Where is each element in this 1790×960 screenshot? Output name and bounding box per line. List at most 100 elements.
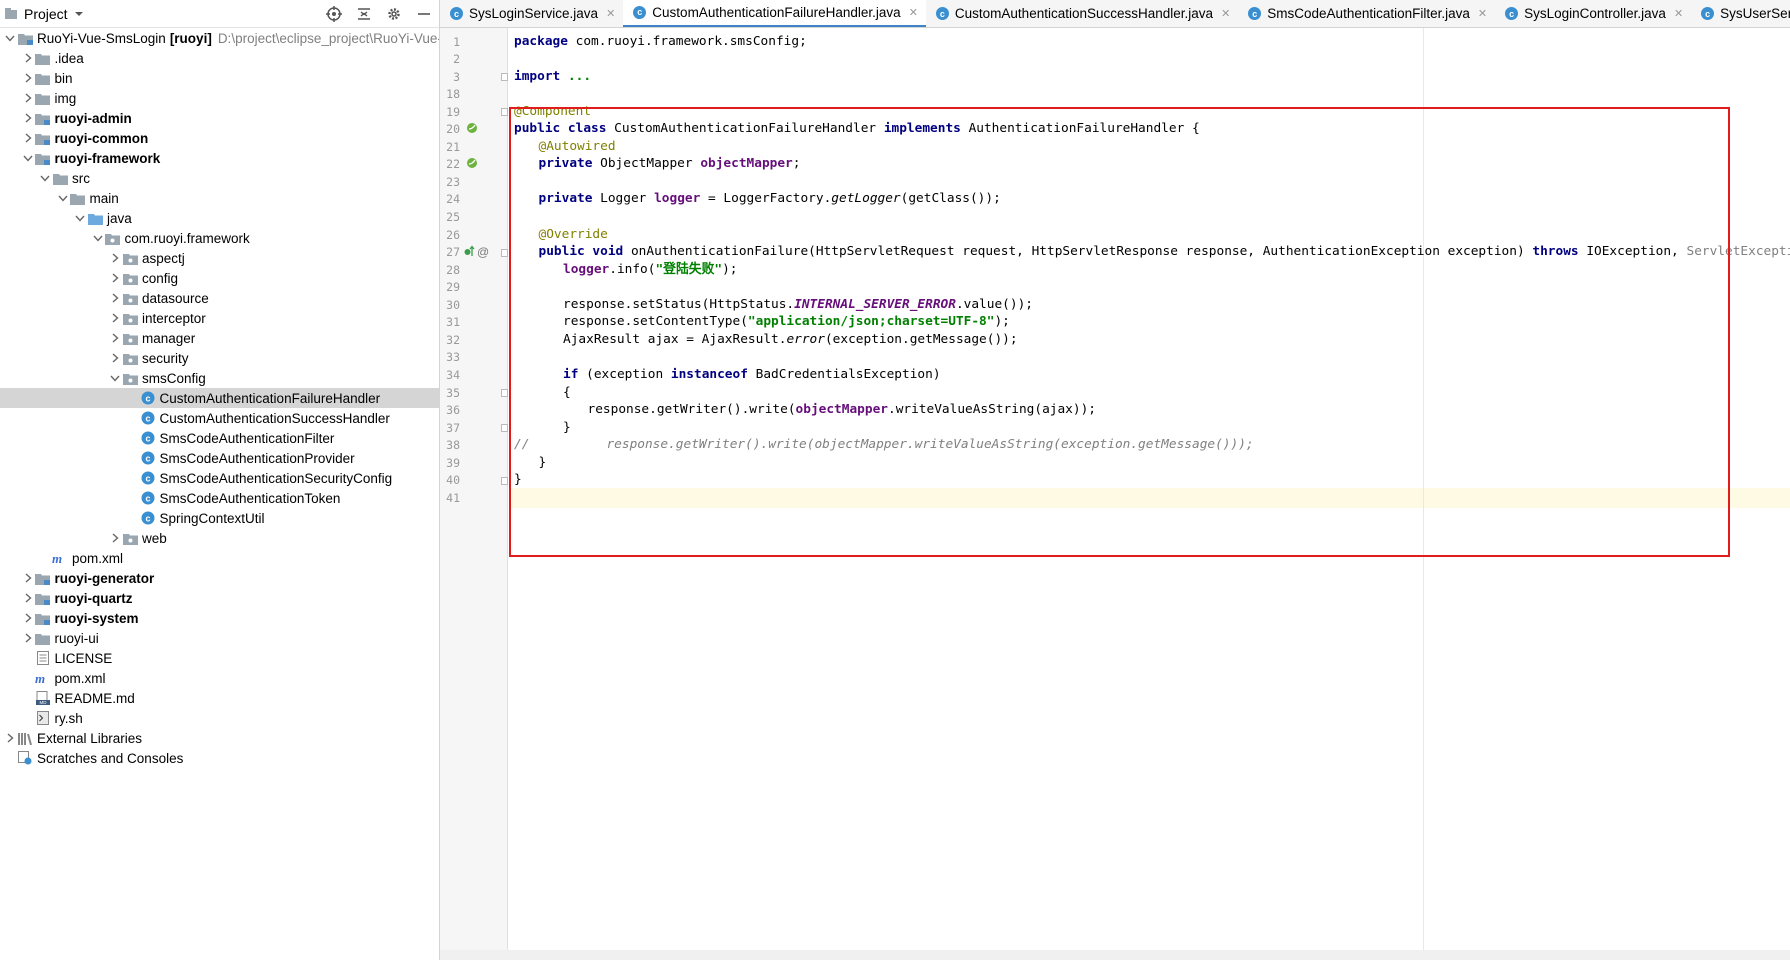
tree-item[interactable]: MD README.md — [0, 688, 439, 708]
tree-item[interactable]: ruoyi-generator — [0, 568, 439, 588]
collapse-all-icon[interactable] — [355, 5, 373, 23]
spring-bean-icon[interactable] — [466, 157, 478, 172]
tree-item[interactable]: ruoyi-admin — [0, 108, 439, 128]
chevron-right-icon[interactable] — [21, 611, 35, 625]
editor-tab[interactable]: c SmsCodeAuthenticationFilter.java ✕ — [1238, 0, 1495, 27]
chevron-down-icon[interactable] — [38, 171, 52, 185]
editor-area: c SysLoginService.java ✕ c CustomAuthenticat… — [440, 0, 1790, 960]
line-number: 25 — [446, 210, 460, 224]
gear-icon[interactable] — [385, 5, 403, 23]
tree-item[interactable]: External Libraries — [0, 728, 439, 748]
tree-item[interactable]: manager — [0, 328, 439, 348]
tree-item[interactable]: java — [0, 208, 439, 228]
line-number: 27 — [446, 245, 460, 260]
fold-icon[interactable] — [501, 108, 508, 117]
module-folder-icon — [35, 611, 51, 625]
project-view-selector[interactable]: Project — [4, 6, 84, 22]
tree-item-label: SmsCodeAuthenticationProvider — [159, 450, 355, 466]
chevron-right-icon[interactable] — [108, 251, 122, 265]
chevron-right-icon[interactable] — [108, 311, 122, 325]
tab-label: SysLoginController.java — [1524, 6, 1666, 21]
chevron-right-icon[interactable] — [108, 531, 122, 545]
tree-item[interactable]: aspectj — [0, 248, 439, 268]
package-icon — [122, 251, 138, 265]
close-icon[interactable]: ✕ — [1478, 7, 1487, 20]
tree-item[interactable]: main — [0, 188, 439, 208]
implements-icon[interactable] — [464, 245, 476, 260]
tree-item[interactable]: interceptor — [0, 308, 439, 328]
tree-item[interactable]: c SpringContextUtil — [0, 508, 439, 528]
tree-item-label: SpringContextUtil — [159, 510, 265, 526]
tree-item[interactable]: ry.sh — [0, 708, 439, 728]
fold-icon[interactable] — [501, 248, 508, 257]
editor-gutter: 1 2 3 18 19 20 21 22 23 24 25 26 27 28 29 30 31 32 33 34 35 3… — [440, 28, 508, 960]
tree-item[interactable]: ruoyi-quartz — [0, 588, 439, 608]
chevron-down-icon[interactable] — [91, 231, 105, 245]
chevron-right-icon[interactable] — [3, 731, 17, 745]
tree-item-label: pom.xml — [54, 670, 106, 686]
chevron-right-icon[interactable] — [21, 631, 35, 645]
editor-tab[interactable]: c SysLoginController.java ✕ — [1495, 0, 1691, 27]
editor-tab[interactable]: c CustomAuthenticationSuccessHandler.java… — [926, 0, 1238, 27]
chevron-down-icon[interactable] — [3, 31, 17, 45]
chevron-down-icon[interactable] — [21, 151, 35, 165]
locate-icon[interactable] — [325, 5, 343, 23]
close-icon[interactable]: ✕ — [909, 6, 918, 19]
tree-item[interactable]: datasource — [0, 288, 439, 308]
chevron-right-icon[interactable] — [108, 351, 122, 365]
chevron-right-icon[interactable] — [21, 51, 35, 65]
chevron-right-icon[interactable] — [21, 591, 35, 605]
tree-item[interactable]: RuoYi-Vue-SmsLogin [ruoyi] D:\project\ecli… — [0, 28, 439, 48]
close-icon[interactable]: ✕ — [1674, 7, 1683, 20]
chevron-right-icon[interactable] — [108, 291, 122, 305]
tree-item[interactable]: c CustomAuthenticationSuccessHandler — [0, 408, 439, 428]
package-icon — [122, 331, 138, 345]
spring-bean-icon[interactable] — [466, 122, 478, 137]
annotation-icon[interactable]: @ — [477, 245, 489, 259]
fold-icon[interactable] — [501, 424, 508, 433]
minimize-icon[interactable] — [415, 5, 433, 23]
chevron-down-icon[interactable] — [73, 211, 87, 225]
chevron-down-icon[interactable] — [108, 371, 122, 385]
tree-item[interactable]: Scratches and Consoles — [0, 748, 439, 768]
tree-item[interactable]: c SmsCodeAuthenticationProvider — [0, 448, 439, 468]
tree-item[interactable]: config — [0, 268, 439, 288]
horizontal-scrollbar[interactable] — [440, 950, 1790, 960]
tree-item[interactable]: c SmsCodeAuthenticationSecurityConfig — [0, 468, 439, 488]
chevron-down-icon[interactable] — [56, 191, 70, 205]
tree-item[interactable]: c SmsCodeAuthenticationFilter — [0, 428, 439, 448]
tree-item[interactable]: .idea — [0, 48, 439, 68]
tree-item[interactable]: smsConfig — [0, 368, 439, 388]
chevron-right-icon[interactable] — [21, 131, 35, 145]
tree-item[interactable]: com.ruoyi.framework — [0, 228, 439, 248]
editor-tab[interactable]: cSysUserServiceImpl.java✕ — [1691, 0, 1790, 27]
tree-item[interactable]: m pom.xml — [0, 668, 439, 688]
tree-item[interactable]: ruoyi-system — [0, 608, 439, 628]
tree-item[interactable]: ruoyi-framework — [0, 148, 439, 168]
close-icon[interactable]: ✕ — [606, 7, 615, 20]
tree-item[interactable]: LICENSE — [0, 648, 439, 668]
fold-icon[interactable] — [501, 73, 508, 82]
tree-item[interactable]: c SmsCodeAuthenticationToken — [0, 488, 439, 508]
tree-item[interactable]: bin — [0, 68, 439, 88]
chevron-right-icon[interactable] — [21, 111, 35, 125]
fold-icon[interactable] — [501, 476, 508, 485]
tree-item[interactable]: web — [0, 528, 439, 548]
tree-item[interactable]: ruoyi-common — [0, 128, 439, 148]
tree-item[interactable]: m pom.xml — [0, 548, 439, 568]
chevron-right-icon[interactable] — [108, 271, 122, 285]
tree-item[interactable]: img — [0, 88, 439, 108]
tree-item[interactable]: c CustomAuthenticationFailureHandler — [0, 388, 439, 408]
line-number: 26 — [446, 227, 460, 242]
chevron-right-icon[interactable] — [21, 71, 35, 85]
chevron-right-icon[interactable] — [21, 91, 35, 105]
editor-tab[interactable]: c SysLoginService.java ✕ — [440, 0, 623, 27]
chevron-right-icon[interactable] — [108, 331, 122, 345]
editor-tab[interactable]: c CustomAuthenticationFailureHandler.java… — [623, 0, 926, 27]
tree-item[interactable]: security — [0, 348, 439, 368]
fold-icon[interactable] — [501, 389, 508, 397]
tree-item[interactable]: ruoyi-ui — [0, 628, 439, 648]
close-icon[interactable]: ✕ — [1221, 7, 1230, 20]
chevron-right-icon[interactable] — [21, 571, 35, 585]
tree-item[interactable]: src — [0, 168, 439, 188]
